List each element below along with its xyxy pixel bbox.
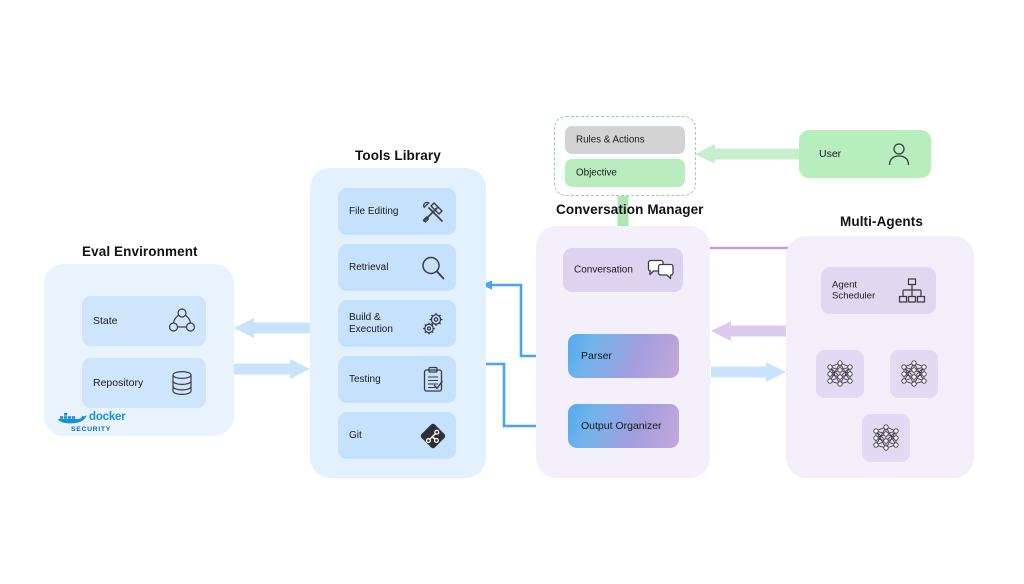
docker-security-subtitle: SECURITY: [71, 426, 111, 433]
eval-card-state-label: State: [93, 315, 118, 327]
objective-group: Rules & Actions Objective: [554, 116, 696, 196]
objective-card-rules-and-actions[interactable]: Rules & Actions: [565, 126, 685, 154]
output-organizer-box-label: Output Organizer: [581, 420, 662, 432]
tool-card-build-execution[interactable]: Build & Execution: [338, 300, 456, 347]
agent-scheduler-box[interactable]: Agent Scheduler: [821, 267, 936, 314]
agent-node[interactable]: [862, 414, 910, 462]
neural-network-icon: [869, 421, 903, 455]
gears-icon: [418, 309, 448, 339]
arrow-agents-to-conversation-manager: [711, 321, 786, 341]
tool-card-file-editing[interactable]: File Editing: [338, 188, 456, 235]
tool-card-build-execution-label: Build & Execution: [349, 311, 393, 335]
neural-network-icon: [897, 357, 931, 391]
git-icon: [418, 421, 448, 451]
agent-scheduler-label: Agent Scheduler: [832, 279, 875, 302]
arrow-eval-to-tools: [234, 359, 310, 379]
objective-card-objective[interactable]: Objective: [565, 159, 685, 187]
docker-security-logo: docker SECURITY: [56, 410, 166, 440]
tool-card-testing-label: Testing: [349, 373, 381, 385]
database-icon: [167, 368, 197, 398]
conversation-box-label: Conversation: [574, 264, 633, 276]
tool-card-retrieval[interactable]: Retrieval: [338, 244, 456, 291]
arrow-user-to-objective: [695, 144, 799, 164]
arrow-conversation-manager-to-agents: [711, 362, 786, 382]
output-organizer-box[interactable]: Output Organizer: [568, 404, 679, 448]
agent-node[interactable]: [816, 350, 864, 398]
chat-bubbles-icon: [647, 258, 675, 282]
org-chart-icon: [897, 277, 927, 305]
user-box[interactable]: User: [799, 130, 931, 178]
tool-card-git[interactable]: Git: [338, 412, 456, 459]
person-icon: [885, 140, 913, 168]
state-graph-icon: [167, 306, 197, 336]
tool-card-retrieval-label: Retrieval: [349, 261, 389, 273]
objective-card-objective-label: Objective: [576, 167, 617, 179]
objective-card-rules-and-actions-label: Rules & Actions: [576, 134, 645, 146]
agent-scheduler-label-line1: Agent: [832, 279, 858, 290]
tool-card-file-editing-label: File Editing: [349, 205, 399, 217]
diagram-canvas: Eval Environment Tools Library Conversat…: [0, 0, 1024, 584]
section-title-conversation-manager: Conversation Manager: [556, 202, 704, 217]
clipboard-checklist-icon: [418, 365, 448, 395]
section-title-tools-library: Tools Library: [355, 148, 441, 163]
arrow-tools-to-eval: [234, 318, 310, 338]
section-title-eval-environment: Eval Environment: [82, 244, 198, 259]
agent-node[interactable]: [890, 350, 938, 398]
parser-box[interactable]: Parser: [568, 334, 679, 378]
hammer-wrench-icon: [418, 197, 448, 227]
eval-card-repository[interactable]: Repository: [82, 358, 206, 408]
tool-card-git-label: Git: [349, 429, 362, 441]
docker-whale-icon: [56, 410, 88, 426]
agent-scheduler-label-line2: Scheduler: [832, 290, 876, 302]
magnifier-icon: [418, 253, 448, 283]
conversation-box[interactable]: Conversation: [563, 248, 683, 292]
eval-card-repository-label: Repository: [93, 377, 144, 389]
parser-box-label: Parser: [581, 350, 612, 362]
section-title-multi-agents: Multi-Agents: [840, 214, 923, 229]
docker-wordmark: docker: [89, 411, 126, 423]
neural-network-icon: [823, 357, 857, 391]
tool-card-testing[interactable]: Testing: [338, 356, 456, 403]
eval-card-state[interactable]: State: [82, 296, 206, 346]
user-label: User: [819, 148, 842, 160]
